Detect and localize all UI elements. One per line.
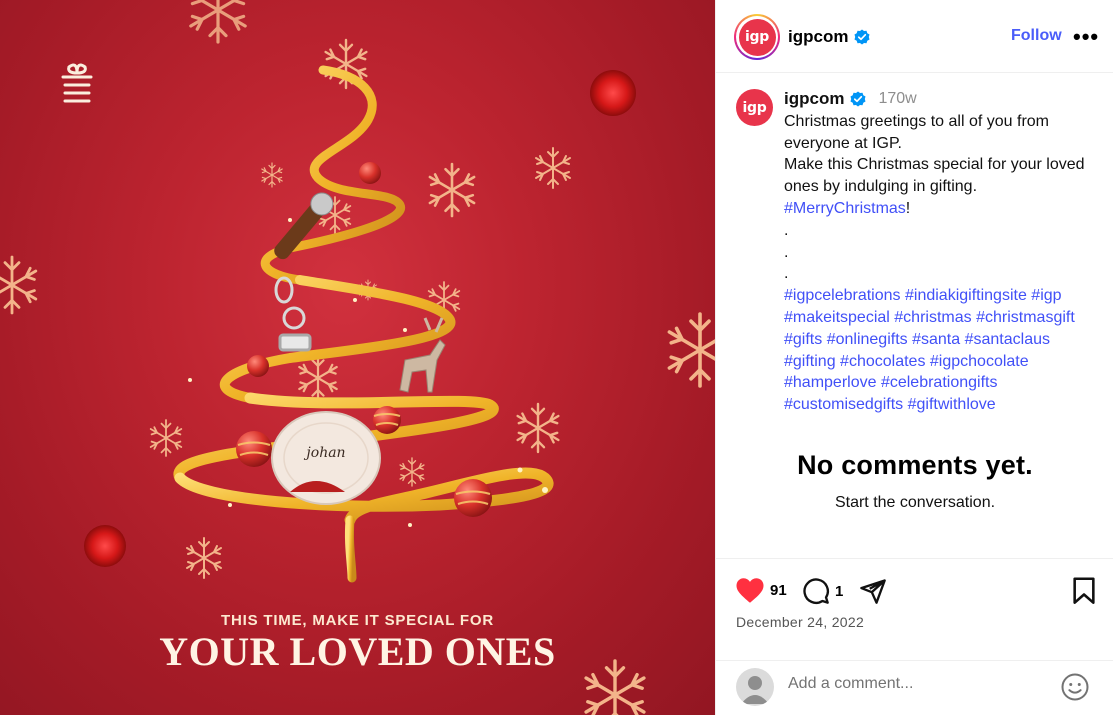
verified-badge-icon xyxy=(854,29,870,45)
header-username-group[interactable]: igpcom xyxy=(788,27,870,47)
glitter-ornament xyxy=(84,525,126,567)
hashtag-link[interactable]: #chocolates xyxy=(840,353,925,370)
caption-dot: . xyxy=(784,243,789,261)
like-count[interactable]: 91 xyxy=(770,582,787,599)
post-actions-bar: 91 1 December 24, 2022 xyxy=(716,558,1113,660)
share-paper-plane-icon xyxy=(860,579,886,604)
hashtag-link[interactable]: #igpchocolate xyxy=(930,353,1029,370)
caption-line-hashtag: #MerryChristmas! xyxy=(784,198,1104,220)
caption-dot: . xyxy=(784,265,789,283)
hashtag-link[interactable]: #MerryChristmas xyxy=(784,200,906,217)
bookmark-icon xyxy=(1073,577,1095,604)
verified-badge-icon xyxy=(850,91,866,107)
christmas-tree-artwork xyxy=(0,0,715,715)
hashtag-link[interactable]: #igpcelebrations xyxy=(784,287,901,304)
header-username[interactable]: igpcom xyxy=(788,27,848,47)
igp-gift-logo-icon xyxy=(60,62,94,106)
more-options-icon[interactable]: ••• xyxy=(1073,24,1099,50)
image-tagline-big: YOUR LOVED ONES xyxy=(159,629,556,674)
default-user-icon xyxy=(741,676,769,704)
follow-button[interactable]: Follow xyxy=(1011,27,1062,45)
comment-count[interactable]: 1 xyxy=(835,583,843,600)
glitter-ornament xyxy=(590,70,636,116)
post-date[interactable]: December 24, 2022 xyxy=(736,614,864,630)
save-button[interactable] xyxy=(1072,577,1096,605)
caption-line: Christmas greetings to all of you from xyxy=(784,112,1049,130)
empty-comments-state: No comments yet. Start the conversation. xyxy=(716,450,1113,512)
caption-exclamation: ! xyxy=(905,199,911,217)
hashtag-link[interactable]: #gifts xyxy=(784,331,822,348)
hashtag-link[interactable]: #gifting xyxy=(784,353,836,370)
caption-line: ones by indulging in gifting. xyxy=(784,178,978,196)
hashtag-link[interactable]: #giftwithlove xyxy=(908,396,996,413)
avatar: igp xyxy=(738,18,776,56)
bottle-opener xyxy=(274,192,334,260)
hashtag-link[interactable]: #onlinegifts xyxy=(827,331,908,348)
hashtag-link[interactable]: #customisedgifts xyxy=(784,396,903,413)
plate-inscription: johan xyxy=(306,445,346,461)
hashtag-link[interactable]: #santaclaus xyxy=(965,331,1050,348)
share-button[interactable] xyxy=(859,577,887,605)
hashtag-link[interactable]: #christmas xyxy=(894,309,971,326)
caption-text: igpcom 170w Christmas greetings to all o… xyxy=(784,88,1104,416)
post-side-panel: igp igpcom Follow ••• igp igpcom 170w Ch… xyxy=(715,0,1113,715)
empty-comments-subtitle: Start the conversation. xyxy=(834,494,996,511)
like-button[interactable]: 91 xyxy=(735,577,787,604)
hashtag-link[interactable]: #santa xyxy=(912,331,960,348)
add-comment-bar xyxy=(716,660,1113,715)
avatar xyxy=(736,668,774,706)
caption-dot: . xyxy=(784,221,789,239)
comment-bubble-icon xyxy=(803,578,829,604)
hashtag-link[interactable]: #igp xyxy=(1031,287,1061,304)
post-image[interactable]: johan THIS TIME, MAKE IT SPECIAL FOR YOU… xyxy=(0,0,715,715)
keychain xyxy=(274,276,312,352)
hashtag-link[interactable]: #indiakigiftingsite xyxy=(905,287,1027,304)
heart-filled-icon xyxy=(736,578,764,603)
avatar[interactable]: igp xyxy=(736,89,773,126)
hashtag-link[interactable]: #celebrationgifts xyxy=(881,374,998,391)
image-tagline-small: THIS TIME, MAKE IT SPECIAL FOR xyxy=(221,612,494,629)
hashtag-link[interactable]: #makeitspecial xyxy=(784,309,890,326)
caption-line: Make this Christmas special for your lov… xyxy=(784,156,1085,174)
caption-line: everyone at IGP. xyxy=(784,134,902,152)
caption-username[interactable]: igpcom xyxy=(784,88,844,110)
comment-input[interactable] xyxy=(788,675,1048,693)
post-time[interactable]: 170w xyxy=(878,88,916,110)
profile-avatar-story-ring[interactable]: igp xyxy=(734,14,780,60)
post-header: igp igpcom Follow ••• xyxy=(716,0,1113,73)
hashtag-list: #igpcelebrations #indiakigiftingsite #ig… xyxy=(784,285,1104,416)
emoji-icon[interactable] xyxy=(1060,672,1090,707)
hashtag-link[interactable]: #christmasgift xyxy=(976,309,1075,326)
comment-button[interactable]: 1 xyxy=(802,577,843,605)
hashtag-link[interactable]: #hamperlove xyxy=(784,374,877,391)
empty-comments-title: No comments yet. xyxy=(797,450,1033,480)
